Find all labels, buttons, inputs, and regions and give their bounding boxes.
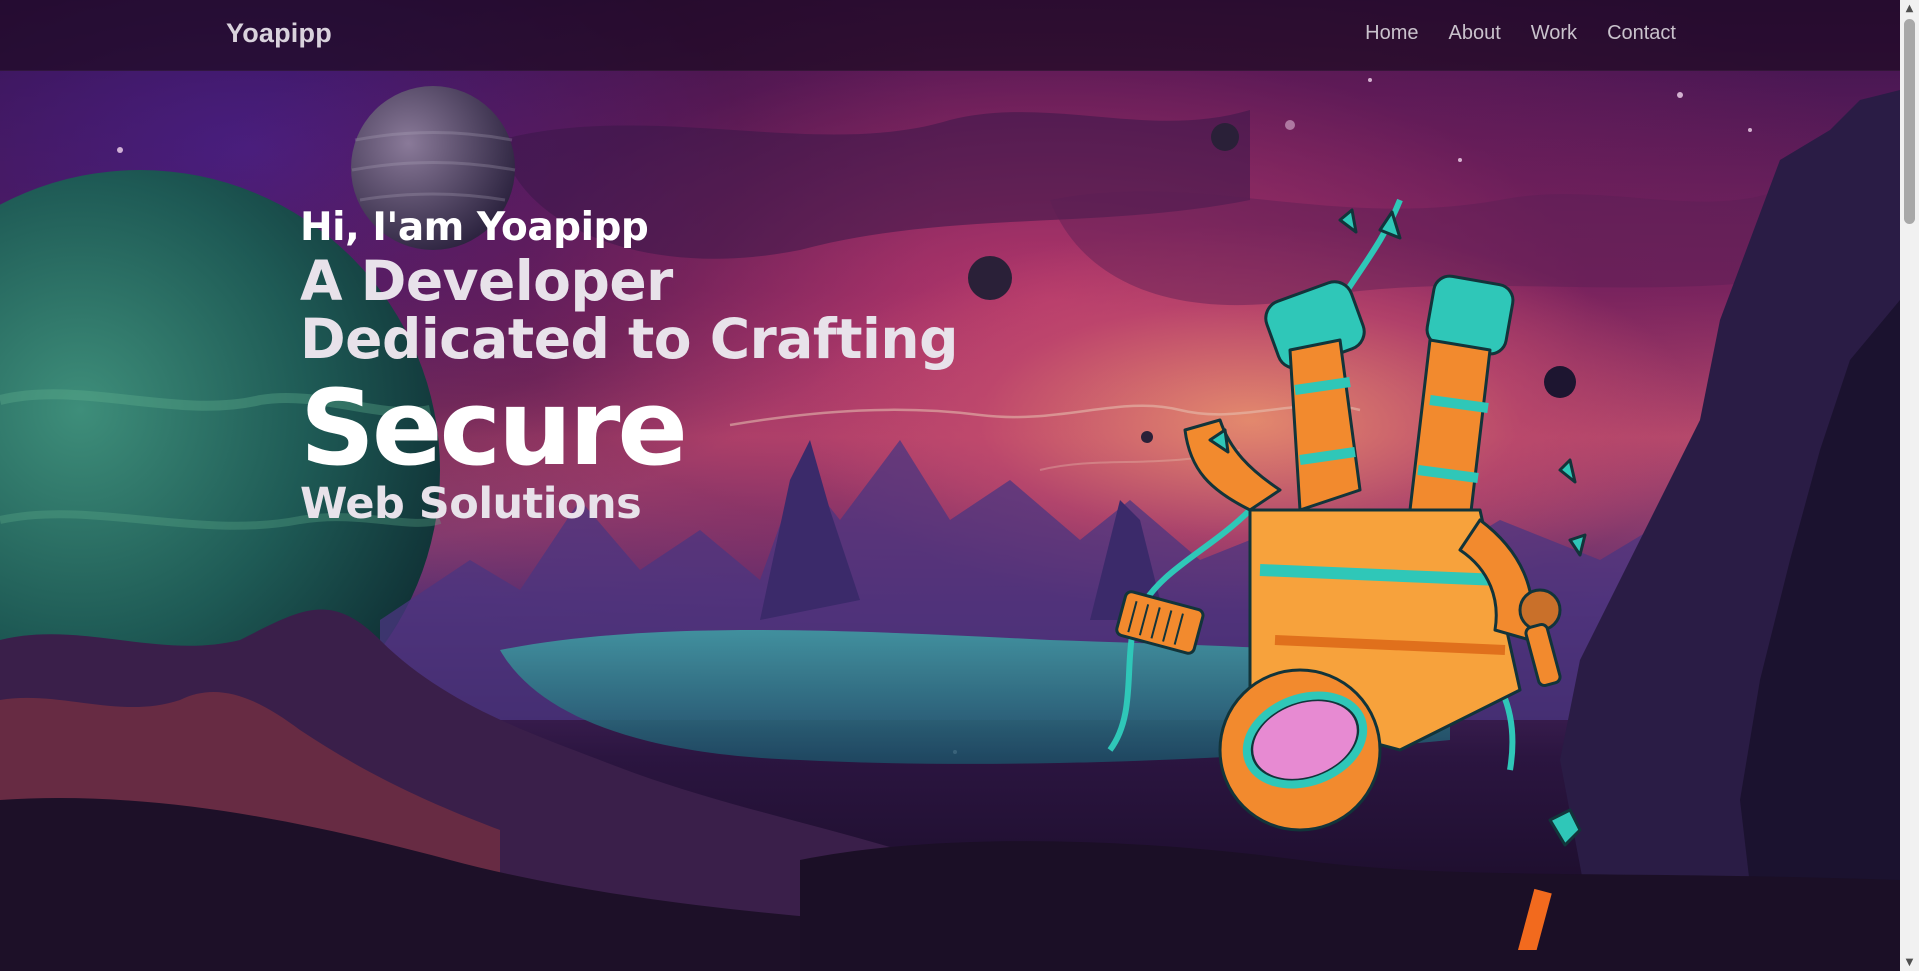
page: Yoapipp Home About Work Contact Hi, I'am… — [0, 0, 1919, 971]
hero-text: Hi, I'am Yoapipp A Developer Dedicated t… — [300, 204, 958, 528]
navbar: Yoapipp Home About Work Contact — [0, 0, 1900, 71]
hero-headline-line-2: Dedicated to Crafting — [300, 307, 958, 371]
nav-link-about[interactable]: About — [1448, 22, 1500, 45]
astronaut-illustration — [1107, 198, 1587, 950]
nav-link-work[interactable]: Work — [1531, 22, 1577, 45]
nav-link-home[interactable]: Home — [1365, 22, 1418, 45]
hero-headline-line-3: Web Solutions — [300, 479, 642, 529]
nav-link-contact[interactable]: Contact — [1607, 22, 1676, 45]
page-scrollbar[interactable]: ▲ ▼ — [1900, 0, 1919, 971]
hero-headline-line-1: A Developer — [300, 249, 673, 313]
brand-logo[interactable]: Yoapipp — [226, 18, 332, 49]
scroll-up-icon[interactable]: ▲ — [1900, 0, 1919, 17]
hero-highlight-word: Secure — [300, 367, 688, 489]
scroll-down-icon[interactable]: ▼ — [1900, 954, 1919, 971]
nav-links: Home About Work Contact — [1365, 22, 1676, 45]
hero-greeting: Hi, I'am Yoapipp — [300, 205, 649, 250]
scroll-thumb[interactable] — [1904, 19, 1915, 224]
